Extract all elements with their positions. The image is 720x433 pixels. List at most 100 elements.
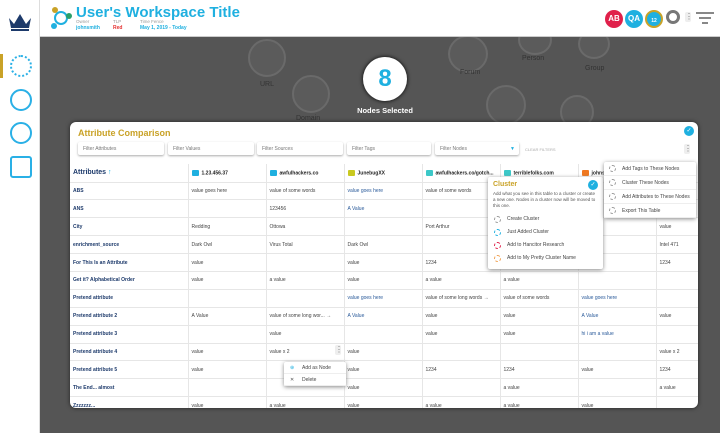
value-cell[interactable]: value: [422, 325, 501, 344]
value-cell[interactable]: Intel 471: [656, 235, 698, 255]
domain-node[interactable]: [292, 75, 330, 113]
table-menu-item[interactable]: Export This Table: [604, 204, 696, 218]
value-cell[interactable]: value of some words: [500, 289, 579, 308]
column-header[interactable]: JunebugXX: [344, 164, 423, 183]
column-header[interactable]: awfulhackers.co: [266, 164, 345, 183]
value-cell[interactable]: value: [500, 307, 579, 326]
column-header[interactable]: 1.23.456.37: [188, 164, 267, 183]
value-cell[interactable]: [266, 253, 345, 272]
avatar-ab[interactable]: AB: [605, 10, 623, 28]
value-cell[interactable]: A Value: [344, 307, 423, 326]
value-cell[interactable]: a value: [500, 396, 579, 408]
value-cell[interactable]: a value: [422, 396, 501, 408]
cell-options-icon[interactable]: ⋮: [335, 345, 343, 355]
clear-filters-button[interactable]: CLEAR FILTERS: [525, 147, 556, 152]
value-cell[interactable]: Ottowa: [266, 217, 345, 237]
value-cell[interactable]: value goes here: [578, 289, 657, 308]
cluster-option[interactable]: Add to Hancitor Research: [493, 239, 598, 252]
value-cell[interactable]: a value: [500, 271, 579, 290]
search-icon[interactable]: [666, 10, 680, 24]
value-cell[interactable]: value goes here: [344, 289, 423, 308]
value-cell[interactable]: a value: [500, 378, 579, 398]
value-cell[interactable]: value: [344, 396, 423, 408]
avatar-qa[interactable]: QA: [625, 10, 643, 28]
value-cell[interactable]: [656, 271, 698, 290]
crown-logo-icon[interactable]: [7, 10, 33, 32]
value-cell[interactable]: value goes here: [188, 182, 267, 201]
more-options-icon[interactable]: ⋮: [685, 12, 693, 22]
value-cell[interactable]: value: [422, 307, 501, 326]
value-cell[interactable]: hi i am a value: [578, 325, 657, 344]
value-cell[interactable]: [578, 378, 657, 398]
value-cell[interactable]: Virus Total: [266, 235, 345, 255]
url-node[interactable]: [248, 39, 286, 77]
forum-node[interactable]: [448, 35, 488, 73]
check-icon[interactable]: ✓: [684, 126, 694, 136]
message-node[interactable]: [486, 85, 526, 125]
value-cell[interactable]: [344, 217, 423, 237]
sort-arrow-icon[interactable]: ↑: [108, 169, 112, 176]
value-cell[interactable]: A Value: [188, 307, 267, 326]
value-cell[interactable]: value: [344, 360, 423, 380]
value-cell[interactable]: value: [344, 253, 423, 272]
value-cell[interactable]: 1234: [656, 360, 698, 380]
value-cell[interactable]: [656, 396, 698, 408]
value-cell[interactable]: [422, 378, 501, 398]
value-cell[interactable]: value: [266, 325, 345, 344]
value-cell[interactable]: value: [188, 271, 267, 290]
value-cell[interactable]: value: [188, 396, 267, 408]
value-cell[interactable]: [188, 378, 267, 398]
people-icon[interactable]: [10, 89, 32, 111]
value-cell[interactable]: value: [344, 378, 423, 398]
value-cell[interactable]: Dark Owl: [188, 235, 267, 255]
value-cell[interactable]: value: [656, 307, 698, 326]
value-cell[interactable]: value: [344, 271, 423, 290]
value-cell[interactable]: a value: [656, 378, 698, 398]
check-icon[interactable]: ✓: [588, 180, 598, 190]
value-cell[interactable]: 1234: [500, 360, 579, 380]
filter-attributes-input[interactable]: Filter Attributes: [78, 142, 164, 155]
value-cell[interactable]: value goes here: [344, 182, 423, 201]
value-cell[interactable]: [188, 325, 267, 344]
value-cell[interactable]: a value: [266, 396, 345, 408]
filter-tags-input[interactable]: Filter Tags: [347, 142, 431, 155]
table-menu-item[interactable]: Cluster These Nodes: [604, 176, 696, 190]
value-cell[interactable]: value: [188, 253, 267, 272]
filter-values-input[interactable]: Filter Values: [168, 142, 254, 155]
value-cell[interactable]: [578, 343, 657, 362]
filter-sources-input[interactable]: Filter Sources: [257, 142, 343, 155]
table-options-icon[interactable]: ⋮: [684, 144, 692, 154]
value-cell[interactable]: value: [500, 325, 579, 344]
value-cell[interactable]: 1234: [656, 253, 698, 272]
value-cell[interactable]: value: [188, 343, 267, 362]
org-chart-icon[interactable]: [10, 156, 32, 178]
cluster-option[interactable]: Add to My Pretty Cluster Name: [493, 252, 598, 265]
filter-icon[interactable]: [696, 12, 714, 24]
value-cell[interactable]: [188, 289, 267, 308]
value-cell[interactable]: value: [578, 396, 657, 408]
value-cell[interactable]: 1234: [422, 360, 501, 380]
value-cell[interactable]: Redding: [188, 217, 267, 237]
value-cell[interactable]: [422, 343, 501, 362]
value-cell[interactable]: value: [188, 360, 267, 380]
value-cell[interactable]: [188, 199, 267, 219]
table-menu-item[interactable]: Add Attributes to These Nodes: [604, 190, 696, 204]
value-cell[interactable]: a value: [422, 271, 501, 290]
value-cell[interactable]: [656, 325, 698, 344]
value-cell[interactable]: value: [344, 343, 423, 362]
value-cell[interactable]: value: [578, 360, 657, 380]
value-cell[interactable]: A Value: [578, 307, 657, 326]
value-cell[interactable]: 123456: [266, 199, 345, 219]
value-cell[interactable]: value x 2: [266, 343, 345, 362]
gears-icon[interactable]: [10, 122, 32, 144]
cell-menu-item[interactable]: ⊕ Add as Node: [284, 362, 346, 374]
value-cell[interactable]: value: [656, 217, 698, 237]
value-cell[interactable]: a value: [266, 271, 345, 290]
value-cell[interactable]: [578, 271, 657, 290]
cell-menu-item[interactable]: ✕ Delete: [284, 374, 346, 386]
value-cell[interactable]: value of some long wor... →: [266, 307, 345, 326]
table-menu-item[interactable]: Add Tags to These Nodes: [604, 162, 696, 176]
cluster-option[interactable]: Create Cluster: [493, 213, 598, 226]
value-cell[interactable]: A Value: [344, 199, 423, 219]
value-cell[interactable]: value of some long words →: [422, 289, 501, 308]
